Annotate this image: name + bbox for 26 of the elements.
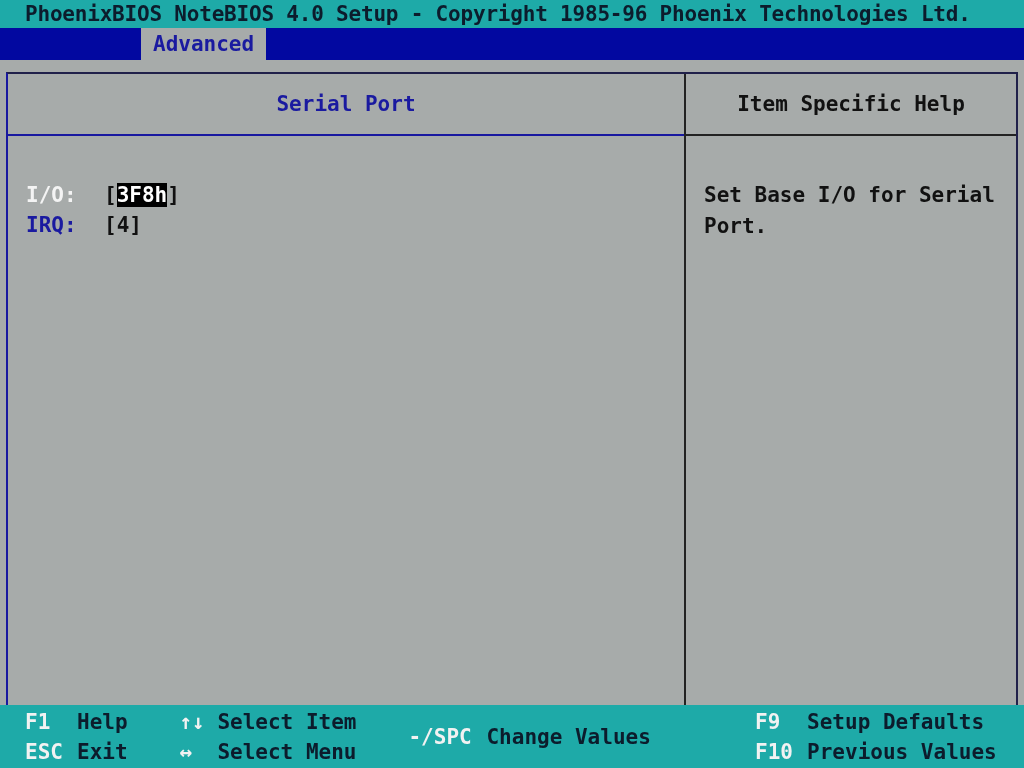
key-action: Help <box>77 709 128 734</box>
bracket: ] <box>129 213 142 237</box>
key-action: Select Item <box>217 709 357 734</box>
key-action: Select Menu <box>217 739 357 764</box>
key-action: Previous Values <box>807 739 997 764</box>
setting-value[interactable]: 4 <box>116 213 130 237</box>
bracket: [ <box>104 213 117 237</box>
key-label: ESC <box>25 739 64 764</box>
key-action: Setup Defaults <box>807 709 985 734</box>
panel-title: Serial Port <box>276 92 416 116</box>
help-title: Item Specific Help <box>737 92 965 116</box>
setting-value[interactable]: 3F8h <box>116 183 168 207</box>
key-action: Exit <box>77 739 128 764</box>
window-title: PhoenixBIOS NoteBIOS 4.0 Setup - Copyright 1985-96 Phoenix Technologies Ltd. <box>25 2 971 26</box>
menu-tab[interactable]: Advanced <box>141 28 267 60</box>
bracket: ] <box>167 183 180 207</box>
key-label: F10 <box>755 739 794 764</box>
key-label: -/SPC <box>408 724 473 749</box>
setting-label[interactable]: IRQ: <box>26 213 104 237</box>
bracket: [ <box>104 183 117 207</box>
key-label: F1 <box>25 709 52 734</box>
help-text: Set Base I/O for Serial Port. <box>703 182 996 240</box>
key-action: Change Values <box>486 724 651 749</box>
key-label: F9 <box>755 709 782 734</box>
key-label: ↔ <box>179 739 194 764</box>
key-label: ↑↓ <box>179 709 206 734</box>
